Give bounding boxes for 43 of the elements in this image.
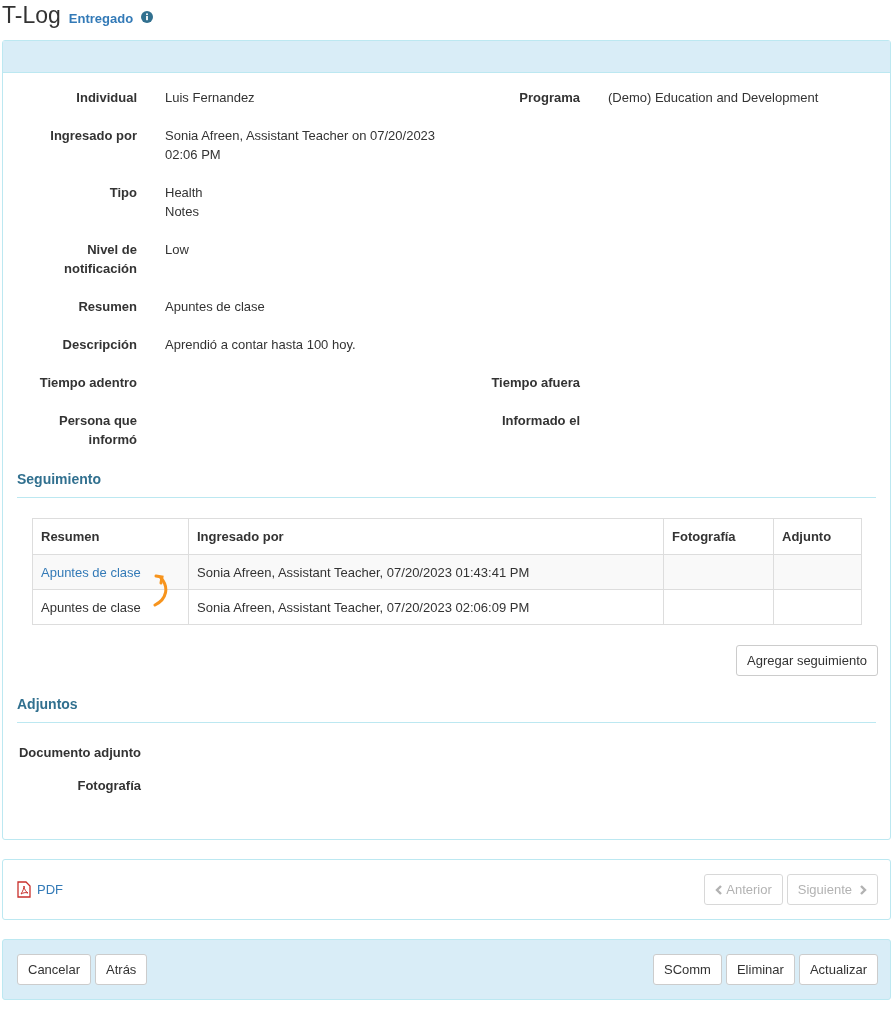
column-header: Adjunto	[773, 518, 862, 555]
action-button[interactable]: Actualizar	[798, 954, 878, 985]
action-button[interactable]: Atrás	[95, 954, 148, 985]
column-header: Resumen	[32, 518, 189, 555]
field-label: Descripción	[61, 336, 137, 354]
field-label: Informado el	[501, 412, 580, 430]
summary-text: Apuntes de clase	[41, 599, 141, 615]
info-icon	[141, 11, 154, 23]
field-label: Fotografía	[76, 777, 141, 795]
column-header: Fotografía	[663, 518, 774, 555]
table-cell: Sonia Afreen, Assistant Teacher, 07/20/2023 02:06:09 PM	[188, 589, 664, 625]
summary-link[interactable]: Apuntes de clase	[41, 564, 141, 580]
field-label: Ingresado por	[49, 127, 137, 145]
add-followup-button[interactable]: Agregar seguimiento	[736, 645, 878, 676]
field-label: Resumen	[77, 298, 137, 316]
field-label: Programa	[518, 89, 580, 107]
status-label: Entregado	[68, 11, 134, 26]
section-heading: Adjuntos	[17, 696, 876, 723]
action-button[interactable]: Cancelar	[17, 954, 92, 985]
field-label: Persona que informó	[57, 412, 137, 449]
action-button[interactable]: Eliminar	[725, 954, 795, 985]
action-button[interactable]: SComm	[653, 954, 722, 985]
field-label: Tiempo afuera	[490, 374, 580, 392]
field-label: Tiempo adentro	[38, 374, 137, 392]
field-value: Luis Fernandez	[165, 89, 256, 107]
table-cell: Sonia Afreen, Assistant Teacher, 07/20/2023 01:43:41 PM	[188, 554, 664, 590]
field-value: Aprendió a contar hasta 100 hoy.	[165, 336, 357, 354]
field-value: (Demo) Education and Development	[608, 89, 820, 107]
field-label: Tipo	[108, 184, 137, 202]
page-title: T-Log	[2, 2, 61, 29]
field-value: Sonia Afreen, Assistant Teacher on 07/20/2023 02:06 PM	[165, 127, 437, 164]
pdf-link[interactable]: PDF	[17, 881, 63, 898]
section-heading: Seguimiento	[17, 471, 876, 498]
field-value: Health Notes	[165, 184, 204, 221]
column-header: Ingresado por	[188, 518, 664, 555]
field-label: Nivel de notificación	[63, 241, 137, 278]
chevron-left-icon	[715, 884, 724, 895]
field-value: Apuntes de clase	[165, 298, 266, 316]
field-label: Documento adjunto	[17, 744, 141, 762]
chevron-right-icon	[859, 884, 867, 895]
field-label: Individual	[75, 89, 137, 107]
field-value: Low	[165, 241, 190, 259]
pdf-file-icon	[17, 881, 31, 898]
